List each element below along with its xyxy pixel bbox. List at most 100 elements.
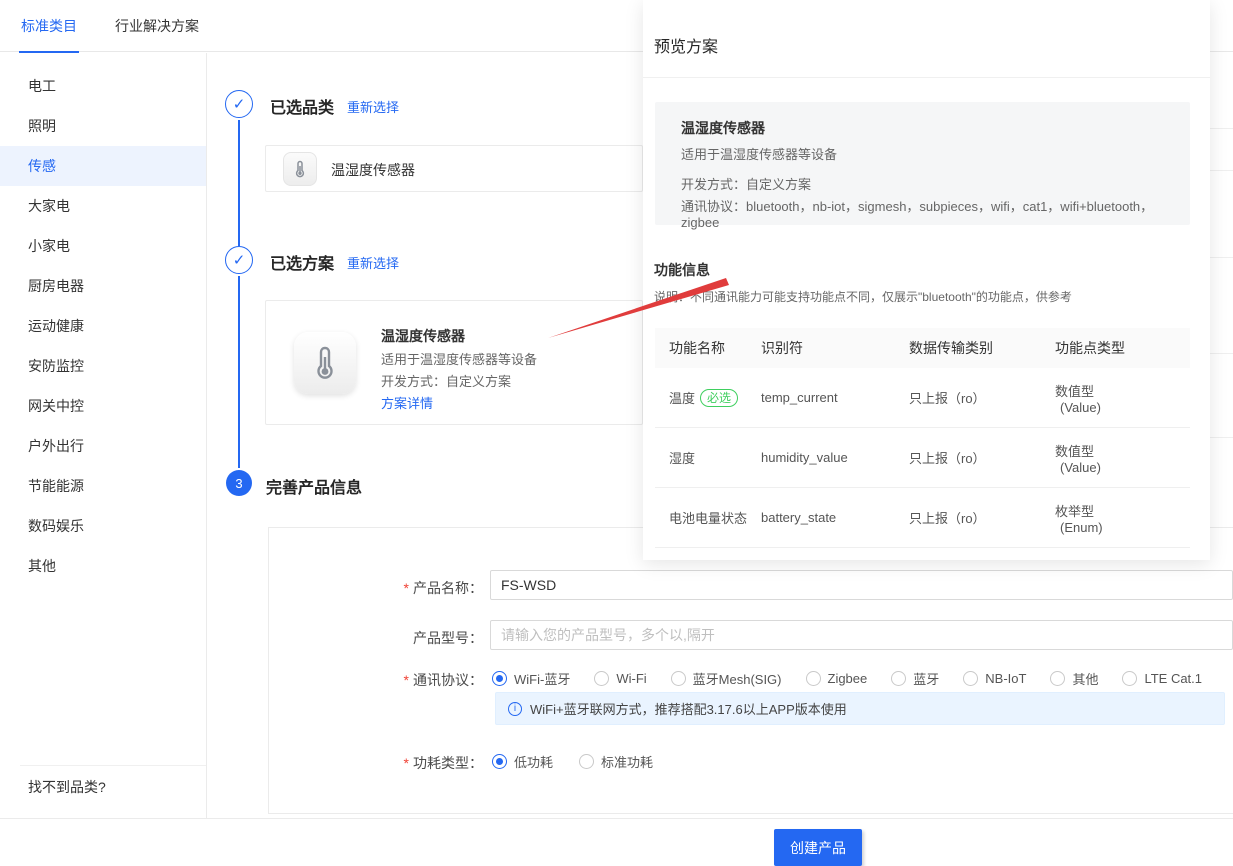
radio-wifi-bt[interactable]: WiFi-蓝牙 — [492, 669, 570, 688]
dp-type-line2: (Enum) — [1055, 520, 1103, 535]
summary-protocols: 通讯协议：bluetooth，nb-iot，sigmesh，subpieces，… — [681, 196, 1190, 230]
step2-circle: ✓ — [225, 246, 253, 274]
protocol-tip-text: WiFi+蓝牙联网方式，推荐搭配3.17.6以上APP版本使用 — [530, 699, 847, 718]
radio-bluetooth[interactable]: 蓝牙 — [891, 669, 939, 688]
step3-title: 完善产品信息 — [266, 474, 362, 498]
category-card-name: 温湿度传感器 — [331, 160, 415, 180]
step3-circle: 3 — [226, 470, 252, 496]
table-row: 电池电量状态 battery_state 只上报（ro） 枚举型(Enum) — [655, 488, 1190, 548]
protocol-tip-banner: i WiFi+蓝牙联网方式，推荐搭配3.17.6以上APP版本使用 — [495, 692, 1225, 725]
radio-icon — [671, 671, 686, 686]
header-dp-type: 功能点类型 — [1055, 338, 1180, 358]
radio-icon — [579, 754, 594, 769]
radio-icon — [963, 671, 978, 686]
radio-label: 蓝牙 — [913, 669, 939, 688]
required-asterisk: * — [404, 755, 409, 771]
product-creation-page: 标准类目 行业解决方案 电工 照明 传感 大家电 小家电 厨房电器 运动健康 安… — [0, 0, 1233, 865]
function-table-header: 功能名称 识别符 数据传输类别 功能点类型 — [655, 328, 1190, 368]
background-fragment-line — [1210, 437, 1233, 438]
radio-label: 标准功耗 — [601, 752, 653, 771]
check-icon: ✓ — [233, 95, 246, 113]
summary-name: 温湿度传感器 — [681, 118, 765, 138]
radio-lte-cat1[interactable]: LTE Cat.1 — [1122, 671, 1202, 686]
radio-wifi[interactable]: Wi-Fi — [594, 671, 646, 686]
required-badge: 必选 — [700, 389, 738, 407]
radio-standard-power[interactable]: 标准功耗 — [579, 752, 653, 771]
function-transfer: 只上报（ro） — [909, 388, 1055, 407]
required-asterisk: * — [404, 580, 409, 596]
step1-reselect-link[interactable]: 重新选择 — [347, 97, 399, 116]
radio-label: 其他 — [1072, 669, 1098, 688]
radio-bt-mesh[interactable]: 蓝牙Mesh(SIG) — [671, 669, 782, 688]
step1-title: 已选品类 — [270, 94, 334, 118]
step2-title: 已选方案 — [270, 250, 334, 274]
function-name: 湿度 — [669, 448, 695, 467]
function-transfer: 只上报（ro） — [909, 508, 1055, 527]
radio-icon — [1050, 671, 1065, 686]
product-model-label: 产品型号： — [298, 628, 483, 648]
radio-label: 低功耗 — [514, 752, 553, 771]
function-dp-type: 数值型(Value) — [1055, 441, 1180, 475]
selected-solution-card[interactable]: 温湿度传感器 适用于温湿度传感器等设备 开发方式：自定义方案 方案详情 — [265, 300, 643, 425]
thermometer-icon — [283, 152, 317, 186]
radio-label: 蓝牙Mesh(SIG) — [693, 669, 782, 688]
product-name-input[interactable] — [490, 570, 1233, 600]
function-identifier: battery_state — [761, 510, 909, 525]
dp-type-line1: 枚举型 — [1055, 504, 1094, 519]
check-icon: ✓ — [233, 251, 246, 269]
radio-icon — [594, 671, 609, 686]
radio-icon — [891, 671, 906, 686]
background-fragment-line — [1210, 128, 1233, 129]
radio-icon — [492, 754, 507, 769]
step1-circle: ✓ — [225, 90, 253, 118]
radio-zigbee[interactable]: Zigbee — [806, 671, 868, 686]
header-function-name: 功能名称 — [655, 338, 761, 358]
step3-number: 3 — [235, 476, 242, 491]
dp-type-line1: 数值型 — [1055, 384, 1094, 399]
summary-desc: 适用于温湿度传感器等设备 — [681, 144, 837, 163]
preview-solution-drawer: 预览方案 温湿度传感器 适用于温湿度传感器等设备 开发方式：自定义方案 通讯协议… — [643, 0, 1210, 560]
solution-card-desc: 适用于温湿度传感器等设备 — [381, 349, 537, 368]
product-name-label-text: 产品名称： — [413, 580, 483, 596]
solution-detail-link[interactable]: 方案详情 — [381, 393, 433, 412]
function-identifier: humidity_value — [761, 450, 909, 465]
background-fragment-line — [1210, 353, 1233, 354]
step2-reselect-link[interactable]: 重新选择 — [347, 253, 399, 272]
power-type-label: *功耗类型： — [298, 753, 483, 773]
solution-summary-box: 温湿度传感器 适用于温湿度传感器等设备 开发方式：自定义方案 通讯协议：blue… — [655, 102, 1190, 225]
header-identifier: 识别符 — [761, 338, 909, 358]
radio-label: Zigbee — [828, 671, 868, 686]
function-dp-type: 数值型(Value) — [1055, 381, 1180, 415]
step-connector-line — [238, 276, 240, 468]
required-asterisk: * — [404, 672, 409, 688]
dp-type-line1: 数值型 — [1055, 444, 1094, 459]
solution-card-dev-mode: 开发方式：自定义方案 — [381, 371, 511, 390]
protocol-label: *通讯协议： — [298, 670, 483, 690]
product-model-label-text: 产品型号： — [413, 630, 483, 646]
protocol-radio-group: WiFi-蓝牙 Wi-Fi 蓝牙Mesh(SIG) Zigbee 蓝牙 NB-I… — [492, 669, 1202, 688]
function-dp-type: 枚举型(Enum) — [1055, 501, 1180, 535]
table-row: 温度必选 temp_current 只上报（ro） 数值型(Value) — [655, 368, 1190, 428]
summary-dev-mode: 开发方式：自定义方案 — [681, 174, 811, 193]
protocol-label-text: 通讯协议： — [413, 672, 483, 688]
product-name-label: *产品名称： — [298, 578, 483, 598]
function-info-title: 功能信息 — [654, 260, 710, 280]
function-name: 电池电量状态 — [669, 508, 747, 527]
table-row: 湿度 humidity_value 只上报（ro） 数值型(Value) — [655, 428, 1190, 488]
radio-label: LTE Cat.1 — [1144, 671, 1202, 686]
create-product-button[interactable]: 创建产品 — [774, 829, 862, 866]
background-fragment-line — [1210, 257, 1233, 258]
info-icon: i — [508, 702, 522, 716]
power-type-label-text: 功耗类型： — [413, 755, 483, 771]
drawer-divider — [643, 77, 1210, 78]
radio-icon — [806, 671, 821, 686]
radio-nbiot[interactable]: NB-IoT — [963, 671, 1026, 686]
function-transfer: 只上报（ro） — [909, 448, 1055, 467]
radio-low-power[interactable]: 低功耗 — [492, 752, 553, 771]
radio-other[interactable]: 其他 — [1050, 669, 1098, 688]
function-identifier: temp_current — [761, 390, 909, 405]
product-model-input[interactable] — [490, 620, 1233, 650]
thermometer-icon — [294, 332, 356, 394]
radio-label: WiFi-蓝牙 — [514, 669, 570, 688]
selected-category-card[interactable]: 温湿度传感器 — [265, 145, 643, 192]
